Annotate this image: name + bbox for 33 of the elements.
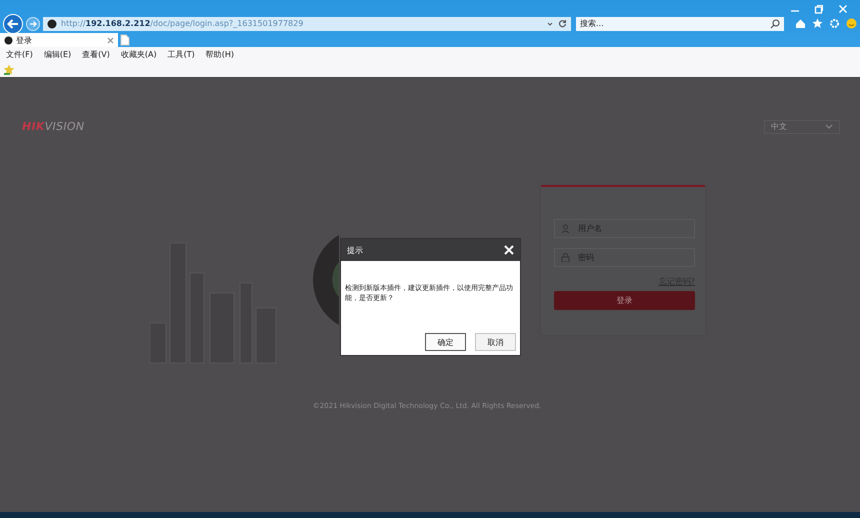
dropdown-icon[interactable] xyxy=(546,20,554,28)
dialog-title: 提示 xyxy=(347,244,363,256)
menu-item[interactable]: 文件(F) xyxy=(6,49,33,60)
smiley-icon[interactable] xyxy=(846,18,857,30)
lock-icon xyxy=(561,253,570,262)
search-field[interactable]: 搜索... xyxy=(576,16,784,31)
dialog-button[interactable]: 取消 xyxy=(475,333,516,351)
home-icon[interactable] xyxy=(795,18,806,30)
close-button[interactable] xyxy=(838,4,848,14)
menu-item[interactable]: 查看(V) xyxy=(82,49,110,60)
menu-item[interactable]: 收藏夹(A) xyxy=(120,49,157,60)
restore-button[interactable] xyxy=(814,4,824,14)
favorites-star-icon[interactable] xyxy=(3,64,15,76)
back-button[interactable] xyxy=(3,14,23,34)
search-icon[interactable] xyxy=(770,18,780,29)
login-button[interactable]: 登录 xyxy=(554,291,695,310)
new-tab-button[interactable] xyxy=(120,34,130,46)
browser-tab[interactable]: 登录 xyxy=(0,33,118,48)
settings-icon[interactable] xyxy=(829,18,840,30)
logo: HIKVISION xyxy=(22,120,84,133)
tab-title: 登录 xyxy=(16,34,33,46)
menu-item[interactable]: 帮助(H) xyxy=(206,49,234,60)
menu-item[interactable]: 编辑(E) xyxy=(44,49,72,60)
search-placeholder: 搜索... xyxy=(580,18,605,30)
menu-item[interactable]: 工具(T) xyxy=(168,49,195,60)
refresh-icon[interactable] xyxy=(558,19,567,28)
user-icon xyxy=(561,224,570,233)
star-icon[interactable] xyxy=(812,18,823,30)
address-bar[interactable]: http://192.168.2.212/doc/page/login.asp?_1631501977829 xyxy=(43,16,571,31)
dialog-button[interactable]: 确定 xyxy=(425,333,466,351)
url-text: http://192.168.2.212/doc/page/login.asp?_1631501977829 xyxy=(61,19,304,28)
chevron-down-icon xyxy=(825,124,833,130)
forward-button[interactable] xyxy=(26,16,40,31)
